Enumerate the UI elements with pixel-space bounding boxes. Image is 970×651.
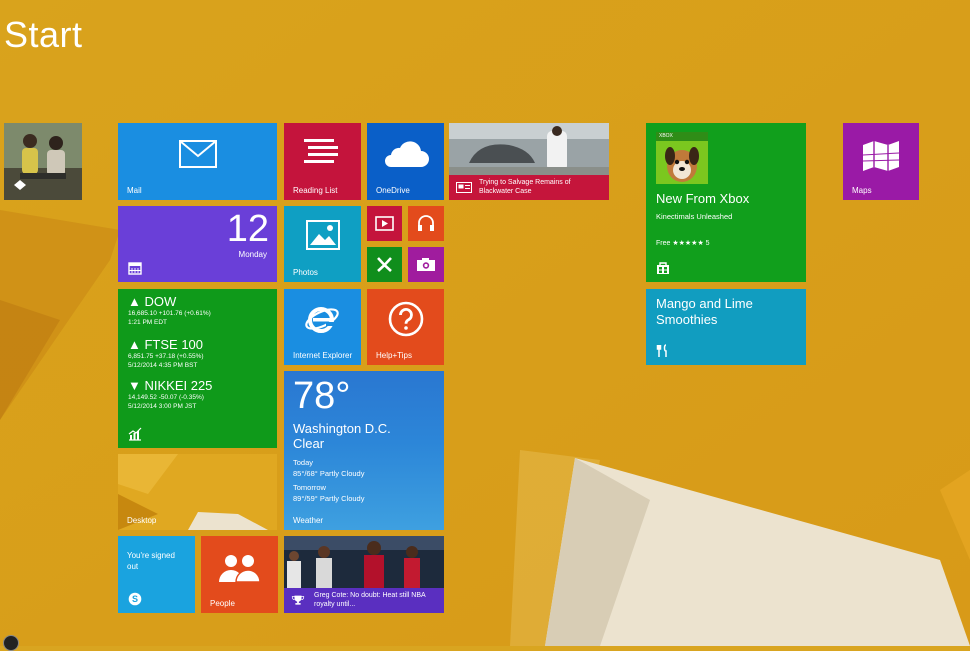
help-icon <box>388 301 424 337</box>
sports-tile[interactable]: Greg Cote: No doubt: Heat still NBA roya… <box>284 536 444 613</box>
stock-value: 14,149.52 -50.07 (-0.35%) <box>128 394 204 401</box>
weather-tomorrow: Tomorrow 89°/59° Partly Cloudy <box>293 482 364 504</box>
mail-label: Mail <box>127 186 142 195</box>
people-tile[interactable]: People <box>201 536 278 613</box>
stock-value: 16,685.10 +101.76 (+0.61%) <box>128 310 211 317</box>
people-icon <box>219 555 261 583</box>
stock-name: ▲ DOW <box>128 294 177 309</box>
internet-explorer-icon <box>305 307 339 333</box>
camera-tile[interactable] <box>408 247 444 282</box>
news-headline: Trying to Salvage Remains of Blackwater … <box>479 179 571 195</box>
xbox-subtitle: Kinectimals Unleashed <box>656 212 733 221</box>
dog-image <box>656 132 708 184</box>
stock-value: 6,851.75 +37.18 (+0.55%) <box>128 353 204 360</box>
news-photo <box>449 123 609 175</box>
photo-icon <box>306 220 340 250</box>
stock-nikkei: ▼ NIKKEI 225 14,149.52 -50.07 (-0.35%) 5… <box>128 379 212 411</box>
cloud-icon <box>385 141 429 167</box>
stock-dow: ▲ DOW 16,685.10 +101.76 (+0.61%) 1:21 PM… <box>128 295 211 327</box>
xbox-tile[interactable]: XBOX New From Xbox Kinectimals Unleashed… <box>646 123 806 282</box>
calendar-day-name: Monday <box>238 250 267 259</box>
onedrive-tile[interactable]: OneDrive <box>367 123 444 200</box>
recipe-title: Mango and Lime Smoothies <box>656 296 753 327</box>
sports-headline: Greg Cote: No doubt: Heat still NBA roya… <box>314 592 426 608</box>
envelope-icon <box>179 140 217 168</box>
stock-name: ▼ NIKKEI 225 <box>128 378 213 393</box>
calendar-day-number: 12 <box>226 208 269 250</box>
video-icon <box>375 216 394 231</box>
svg-text:S: S <box>132 594 138 604</box>
skype-icon: S <box>128 592 142 606</box>
desktop-label: Desktop <box>127 516 157 525</box>
stock-time: 5/12/2014 3:00 PM JST <box>128 403 197 410</box>
xbox-badge: XBOX <box>659 133 673 139</box>
xbox-controller-icon <box>377 257 392 272</box>
internet-explorer-label: Internet Explorer <box>293 351 353 360</box>
internet-explorer-tile[interactable]: Internet Explorer <box>284 289 361 365</box>
sports-photo <box>284 536 444 588</box>
maps-tile[interactable]: Maps <box>843 123 919 200</box>
xbox-title: New From Xbox <box>656 191 750 206</box>
reading-list-label: Reading List <box>293 186 338 195</box>
stock-ftse: ▲ FTSE 100 6,851.75 +37.18 (+0.55%) 5/12… <box>128 338 204 370</box>
finance-tile[interactable]: ▲ DOW 16,685.10 +101.76 (+0.61%) 1:21 PM… <box>118 289 277 448</box>
weather-city: Washington D.C. Clear <box>293 421 391 451</box>
stock-time: 1:21 PM EDT <box>128 319 168 326</box>
recipe-tile[interactable]: Mango and Lime Smoothies <box>646 289 806 365</box>
games-tile[interactable] <box>367 247 402 282</box>
skype-status: You're signed out <box>127 551 175 571</box>
onedrive-label: OneDrive <box>376 186 410 195</box>
weather-city-name: Washington D.C. <box>293 421 391 436</box>
help-tips-label: Help+Tips <box>376 351 412 360</box>
calendar-icon <box>128 262 142 275</box>
news-tile[interactable]: Trying to Salvage Remains of Blackwater … <box>449 123 609 200</box>
weather-label: Weather <box>293 516 324 525</box>
video-tile[interactable] <box>367 206 402 241</box>
help-tips-tile[interactable]: Help+Tips <box>367 289 444 365</box>
stock-time: 5/12/2014 4:35 PM BST <box>128 362 198 369</box>
user-photo-tile[interactable] <box>4 123 82 200</box>
weather-tomorrow-value: 89°/59° Partly Cloudy <box>293 494 365 503</box>
weather-today-label: Today <box>293 458 314 467</box>
reading-list-tile[interactable]: Reading List <box>284 123 361 200</box>
desktop-tile[interactable]: Desktop <box>118 454 277 530</box>
stock-name: ▲ FTSE 100 <box>128 337 204 352</box>
chart-icon <box>128 427 142 441</box>
music-tile[interactable] <box>408 206 444 241</box>
calendar-tile[interactable]: 12 Monday <box>118 206 277 282</box>
xbox-game-art: XBOX <box>656 132 708 184</box>
photos-tile[interactable]: Photos <box>284 206 361 282</box>
mail-tile[interactable]: Mail <box>118 123 277 200</box>
weather-today-value: 85°/68° Partly Cloudy <box>293 469 365 478</box>
weather-condition: Clear <box>293 436 325 451</box>
people-label: People <box>210 599 235 608</box>
weather-today: Today 85°/68° Partly Cloudy <box>293 457 364 479</box>
photos-label: Photos <box>293 268 318 277</box>
power-icon[interactable] <box>3 635 19 651</box>
weather-tomorrow-label: Tomorrow <box>293 483 326 492</box>
maps-label: Maps <box>852 186 872 195</box>
headphones-icon <box>418 215 434 231</box>
food-drink-icon <box>656 344 667 357</box>
camera-icon <box>417 258 435 271</box>
weather-temperature: 78° <box>293 375 351 417</box>
start-title: Start <box>4 14 83 55</box>
user-photo <box>4 123 82 200</box>
skype-tile[interactable]: You're signed out S <box>118 536 195 613</box>
reading-list-icon <box>304 139 338 163</box>
xbox-rating: Free ★★★★★ 5 <box>656 240 710 247</box>
map-icon <box>862 141 900 171</box>
weather-tile[interactable]: 78° Washington D.C. Clear Today 85°/68° … <box>284 371 444 530</box>
store-icon <box>657 262 669 274</box>
